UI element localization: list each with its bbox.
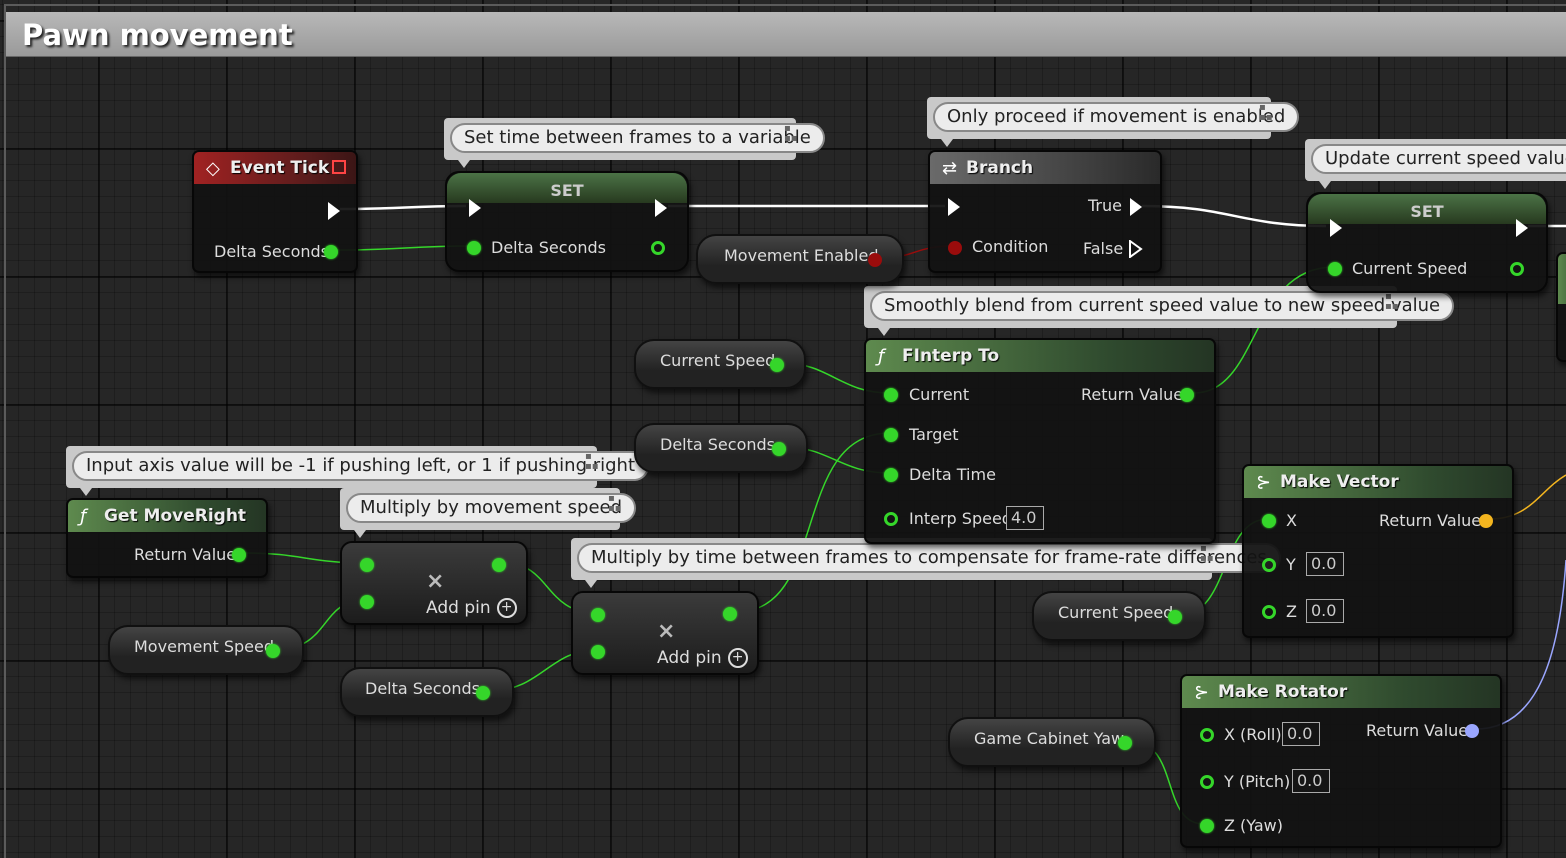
blueprint-graph-canvas[interactable]: Pawn movement Set time between frames to…: [0, 0, 1566, 858]
graph-frame: [4, 4, 1566, 858]
